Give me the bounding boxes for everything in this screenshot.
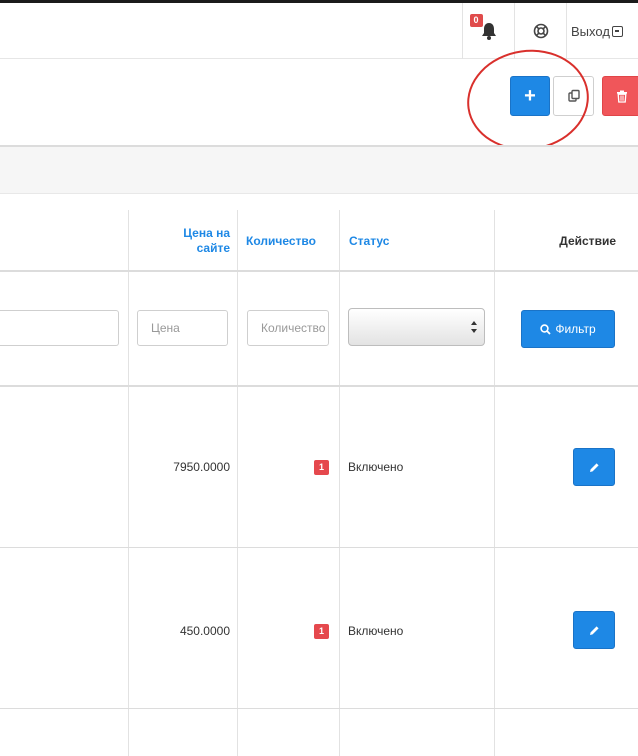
delete-button[interactable] [602,76,638,116]
status-filter-select[interactable] [348,308,485,346]
column-divider [237,210,238,756]
quantity-filter-placeholder: Количество [261,321,326,335]
trash-icon [617,90,627,103]
column-header-price-site[interactable]: Цена на сайте [150,226,230,256]
row-status: Включено [348,460,404,474]
edit-button[interactable] [573,448,615,486]
row-divider [0,708,638,709]
price-filter-input[interactable]: Цена [137,310,228,346]
quantity-badge: 1 [314,460,329,475]
column-divider [339,210,340,756]
column-divider [128,210,129,756]
search-icon [540,323,551,335]
column-header-status[interactable]: Статус [349,234,389,248]
select-arrows-icon [471,321,477,333]
row-divider [0,385,638,387]
column-header-quantity[interactable]: Количество [246,234,316,248]
notifications-button[interactable]: 0 [462,3,514,59]
column-header-action: Действие [559,234,616,248]
edit-button[interactable] [573,611,615,649]
lifebuoy-icon [533,23,548,39]
header-divider [0,270,638,272]
column-divider [494,210,495,756]
logout-link[interactable]: Выход [566,3,638,59]
quantity-badge: 1 [314,624,329,639]
row-status: Включено [348,624,404,638]
bell-icon: 0 [469,14,500,42]
logout-label: Выход [571,23,610,39]
logout-icon [611,25,623,37]
price-filter-placeholder: Цена [151,321,180,335]
row-divider [0,547,638,548]
pencil-icon [589,625,599,635]
name-filter-input[interactable] [0,310,119,346]
notification-count-badge: 0 [469,14,483,27]
annotation-circle [460,41,596,159]
filter-button-label: Фильтр [555,322,596,336]
panel-heading [0,145,638,194]
quantity-filter-input[interactable]: Количество [247,310,329,346]
pencil-icon [589,462,599,472]
filter-button[interactable]: Фильтр [521,310,615,348]
row-price: 7950.0000 [173,460,230,474]
row-price: 450.0000 [179,624,230,638]
